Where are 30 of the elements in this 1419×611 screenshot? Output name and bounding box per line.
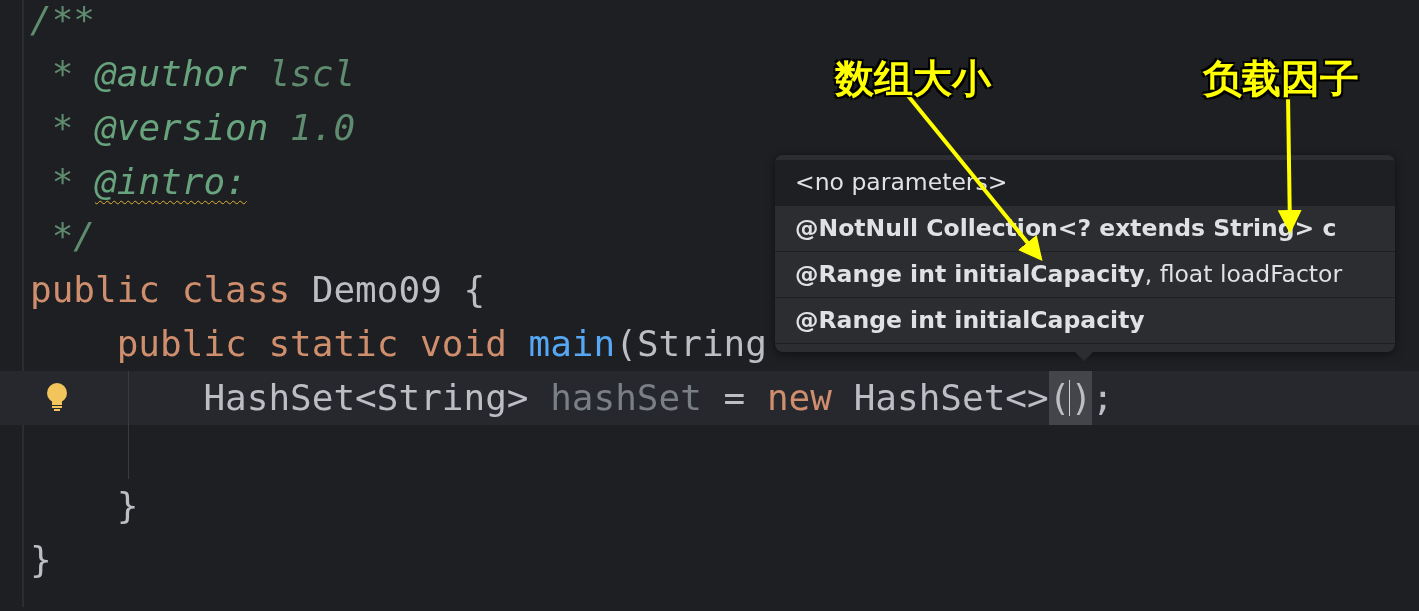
callout-label: 数组大小	[835, 55, 991, 103]
code-token: HashSet<>	[852, 376, 1049, 420]
code-token: new	[766, 376, 832, 420]
code-token: *	[50, 160, 75, 204]
code-token: @intro:	[95, 160, 247, 204]
code-token: ;	[1092, 376, 1114, 420]
code-token: =	[722, 376, 747, 420]
code-token: (String	[615, 322, 767, 366]
code-token: */	[50, 214, 96, 258]
code-token: /**	[30, 0, 96, 42]
matched-brace: (	[1048, 371, 1071, 425]
code-token: 1.0	[289, 106, 356, 150]
code-token: @author	[95, 52, 247, 96]
code-token: *	[50, 106, 75, 150]
code-token: Demo09 {	[310, 268, 486, 312]
code-token: HashSet<String>	[203, 376, 529, 420]
code-token: main	[528, 322, 616, 366]
code-token: @version	[95, 106, 269, 150]
parameter-signature[interactable]: @Range int initialCapacity, float loadFactor	[775, 252, 1395, 298]
lightbulb-icon[interactable]	[45, 383, 69, 413]
callout-label: 负载因子	[1203, 55, 1359, 103]
code-token: }	[116, 484, 139, 528]
code-token: public class	[30, 268, 291, 312]
parameter-signature[interactable]: @Range int initialCapacity	[775, 298, 1395, 344]
matched-brace: )	[1070, 371, 1093, 425]
code-token: public static void	[116, 322, 508, 366]
code-token: lscl	[267, 52, 356, 96]
code-token: hashSet	[549, 376, 702, 420]
code-token: *	[50, 52, 75, 96]
code-token: }	[30, 538, 52, 582]
